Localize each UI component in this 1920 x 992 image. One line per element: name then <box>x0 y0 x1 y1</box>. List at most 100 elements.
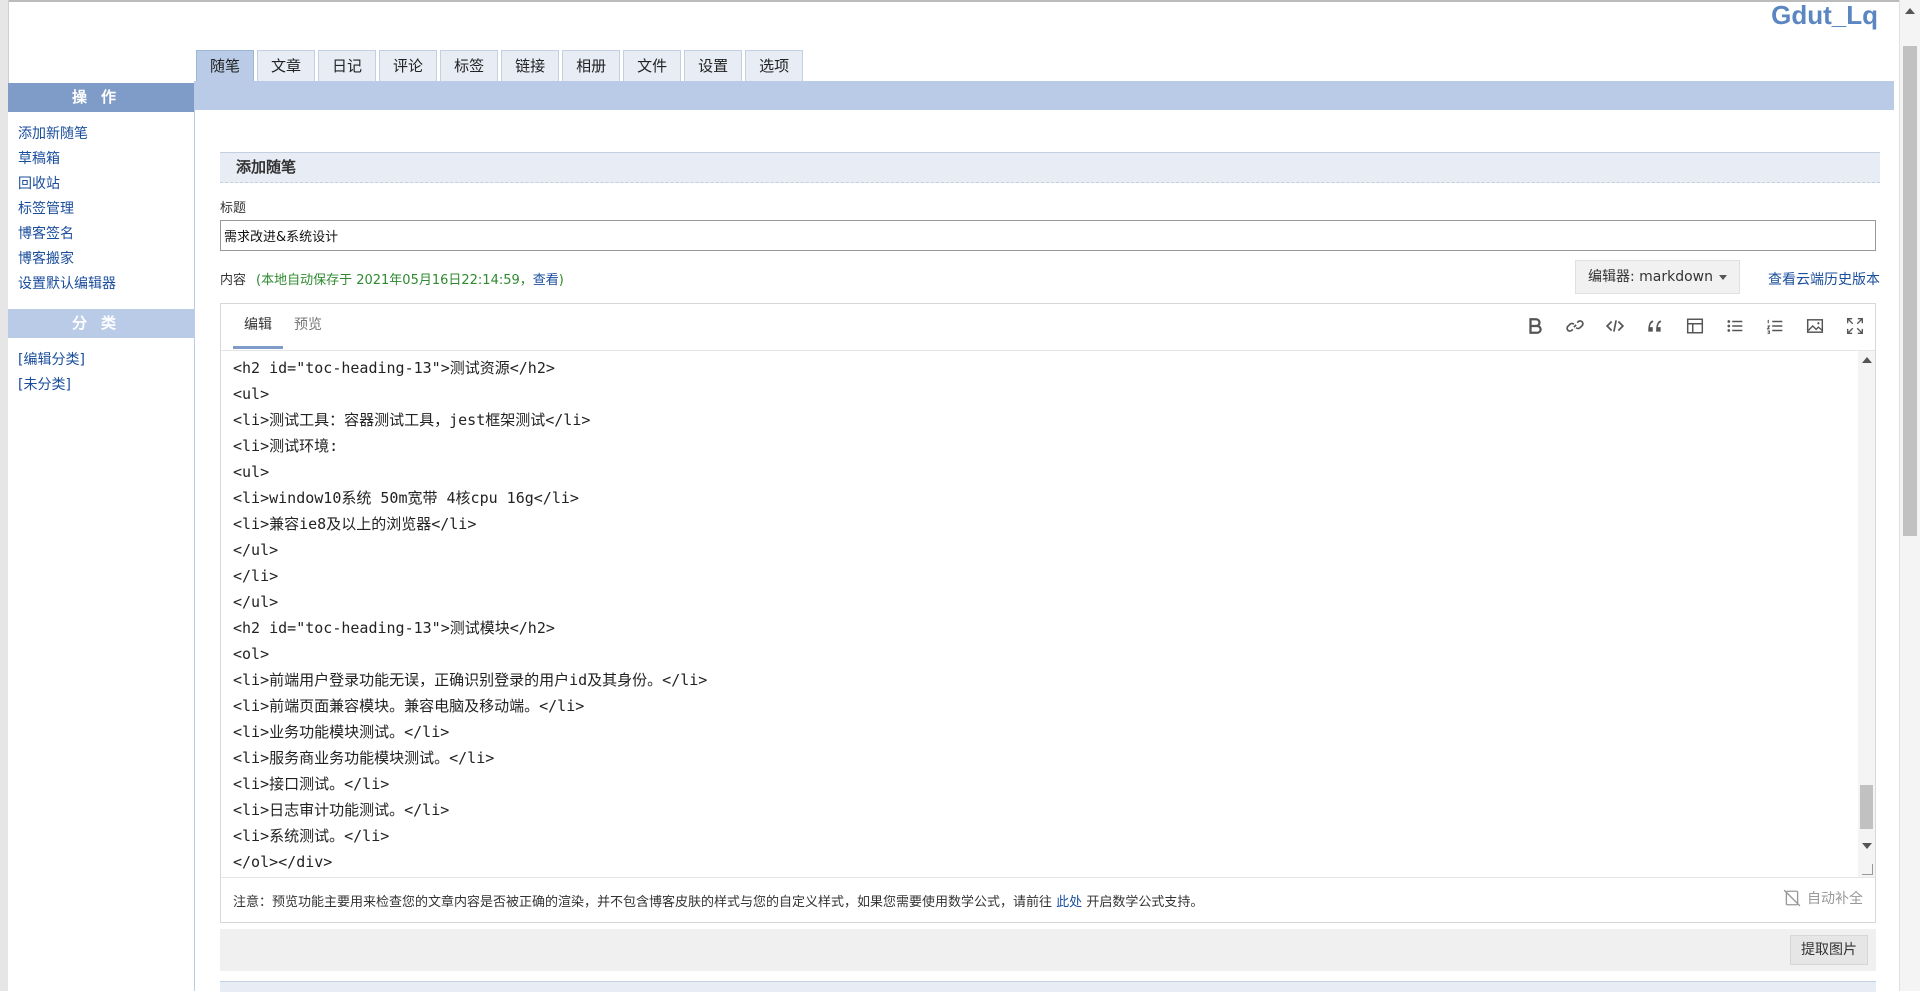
sidebar-item: [编辑分类] <box>18 348 194 373</box>
tab-links[interactable]: 链接 <box>501 50 560 82</box>
sidebar-operations-heading: 操作 <box>8 83 194 112</box>
tab-tags[interactable]: 标签 <box>440 50 499 82</box>
preview-note-suffix: 开启数学公式支持。 <box>1086 895 1204 910</box>
code-line: <li>测试环境: <box>233 437 339 455</box>
next-panel-strip <box>220 981 1876 992</box>
code-lines: <h2 id="toc-heading-13">测试资源</h2> <ul> <… <box>233 351 1875 875</box>
resize-grip-icon[interactable] <box>1862 864 1873 875</box>
bold-icon[interactable] <box>1523 314 1547 338</box>
code-line: <li>测试工具：容器测试工具，jest框架测试</li> <box>233 411 591 429</box>
fullscreen-icon[interactable] <box>1843 314 1867 338</box>
tab-diary[interactable]: 日记 <box>318 50 377 82</box>
sidebar-item-add-essay[interactable]: 添加新随笔 <box>18 126 88 142</box>
quote-icon[interactable] <box>1643 314 1667 338</box>
tab-preview[interactable]: 预览 <box>283 304 333 346</box>
autosave-status: (本地自动保存于 2021年05月16日22:14:59，查看) <box>256 273 564 288</box>
code-line: <li>接口测试。</li> <box>233 775 390 793</box>
sidebar: 操作 添加新随笔 草稿箱 回收站 标签管理 博客签名 博客搬家 设置默认编辑器 … <box>8 83 195 991</box>
sidebar-item-drafts[interactable]: 草稿箱 <box>18 151 60 167</box>
nav-bar <box>194 81 1894 110</box>
autosave-text: (本地自动保存于 2021年05月16日22:14:59， <box>256 273 533 288</box>
code-line: <h2 id="toc-heading-13">测试资源</h2> <box>233 359 555 377</box>
scroll-up-icon[interactable] <box>1862 357 1872 363</box>
editor-scrollbar-thumb[interactable] <box>1860 785 1873 829</box>
sidebar-item: 博客签名 <box>18 222 194 247</box>
title-input[interactable] <box>220 220 1876 251</box>
chevron-down-icon <box>1719 274 1727 280</box>
editor-type-select[interactable]: 编辑器: markdown <box>1574 260 1740 294</box>
main-content: 添加随笔 标题 内容(本地自动保存于 2021年05月16日22:14:59，查… <box>220 152 1880 971</box>
code-line: <ul> <box>233 385 270 403</box>
page-scrollbar[interactable] <box>1899 0 1920 991</box>
sidebar-category-heading: 分类 <box>8 309 194 338</box>
top-tabs: 随笔 文章 日记 评论 标签 链接 相册 文件 设置 选项 <box>196 50 804 82</box>
ordered-list-icon[interactable] <box>1763 314 1787 338</box>
bullet-list-icon[interactable] <box>1723 314 1747 338</box>
editor-footer: 注意：预览功能主要用来检查您的文章内容是否被正确的渲染，并不包含博客皮肤的样式与… <box>221 877 1875 922</box>
tab-edit[interactable]: 编辑 <box>233 304 283 349</box>
code-line: <li>服务商业务功能模块测试。</li> <box>233 749 495 767</box>
markdown-editor: 编辑 预览 <h2 id="toc-heading-13">测试资源</h2> … <box>220 303 1876 923</box>
editor-actions-bar: 提取图片 <box>220 929 1876 971</box>
code-textarea[interactable]: <h2 id="toc-heading-13">测试资源</h2> <ul> <… <box>233 351 1875 877</box>
tab-files[interactable]: 文件 <box>623 50 682 82</box>
sidebar-item-edit-category[interactable]: [编辑分类] <box>18 352 85 368</box>
autocomplete-label: 自动补全 <box>1807 891 1863 907</box>
code-line: <li>前端页面兼容模块。兼容电脑及移动端。</li> <box>233 697 585 715</box>
sidebar-item-tag-manage[interactable]: 标签管理 <box>18 201 74 217</box>
panel-title: 添加随笔 <box>220 152 1880 183</box>
page-scrollbar-thumb[interactable] <box>1903 46 1917 536</box>
code-line: </li> <box>233 567 279 585</box>
autosave-view-link[interactable]: 查看 <box>533 273 559 288</box>
code-line: </ul> <box>233 541 279 559</box>
sidebar-item: 草稿箱 <box>18 147 194 172</box>
code-line: </ul> <box>233 593 279 611</box>
code-line: <ul> <box>233 463 270 481</box>
site-title[interactable]: Gdut_Lq <box>1771 0 1878 31</box>
preview-note: 注意：预览功能主要用来检查您的文章内容是否被正确的渲染，并不包含博客皮肤的样式与… <box>233 891 1203 910</box>
content-label: 内容 (本地自动保存于 2021年05月16日22:14:59，查看) <box>220 269 564 288</box>
code-line: <h2 id="toc-heading-13">测试模块</h2> <box>233 619 555 637</box>
image-icon[interactable] <box>1803 314 1827 338</box>
code-icon[interactable] <box>1603 314 1627 338</box>
table-icon[interactable] <box>1683 314 1707 338</box>
tab-album[interactable]: 相册 <box>562 50 621 82</box>
code-line: <li>系统测试。</li> <box>233 827 390 845</box>
code-line: </ol></div> <box>233 853 333 871</box>
math-support-link[interactable]: 此处 <box>1056 895 1082 910</box>
autocomplete-off-icon <box>1783 889 1801 907</box>
sidebar-item-recycle-bin[interactable]: 回收站 <box>18 176 60 192</box>
sidebar-item: [未分类] <box>18 373 194 398</box>
scroll-down-icon[interactable] <box>1862 843 1872 849</box>
tab-essay[interactable]: 随笔 <box>196 50 255 82</box>
sidebar-item-blog-signature[interactable]: 博客签名 <box>18 226 74 242</box>
sidebar-item: 博客搬家 <box>18 247 194 272</box>
window-top-border <box>0 0 1920 2</box>
tab-article[interactable]: 文章 <box>257 50 316 82</box>
content-label-text: 内容 <box>220 273 247 288</box>
extract-images-button[interactable]: 提取图片 <box>1790 935 1868 965</box>
page-scroll-up-icon[interactable] <box>1905 8 1915 14</box>
code-line: <li>日志审计功能测试。</li> <box>233 801 450 819</box>
sidebar-category-list: [编辑分类] [未分类] <box>8 338 194 410</box>
code-line: <li>前端用户登录功能无误，正确识别登录的用户id及其身份。</li> <box>233 671 708 689</box>
sidebar-item-uncategorized[interactable]: [未分类] <box>18 377 71 393</box>
autocomplete-toggle[interactable]: 自动补全 <box>1783 888 1863 908</box>
editor-toolbar: 编辑 预览 <box>221 304 1875 351</box>
sidebar-item-default-editor[interactable]: 设置默认编辑器 <box>18 276 116 292</box>
sidebar-item: 标签管理 <box>18 197 194 222</box>
sidebar-item: 设置默认编辑器 <box>18 272 194 297</box>
link-icon[interactable] <box>1563 314 1587 338</box>
tab-options[interactable]: 选项 <box>745 50 804 82</box>
autosave-suffix: ) <box>558 273 564 288</box>
cloud-history-link[interactable]: 查看云端历史版本 <box>1768 269 1880 289</box>
code-line: <li>业务功能模块测试。</li> <box>233 723 450 741</box>
sidebar-item-blog-move[interactable]: 博客搬家 <box>18 251 74 267</box>
tab-comment[interactable]: 评论 <box>379 50 438 82</box>
code-line: <li>window10系统 50m宽带 4核cpu 16g</li> <box>233 489 579 507</box>
sidebar-item: 添加新随笔 <box>18 122 194 147</box>
editor-scrollbar[interactable] <box>1858 351 1875 877</box>
tab-settings[interactable]: 设置 <box>684 50 743 82</box>
editor-type-label: 编辑器: markdown <box>1587 269 1713 285</box>
sidebar-operations-list: 添加新随笔 草稿箱 回收站 标签管理 博客签名 博客搬家 设置默认编辑器 <box>8 112 194 309</box>
